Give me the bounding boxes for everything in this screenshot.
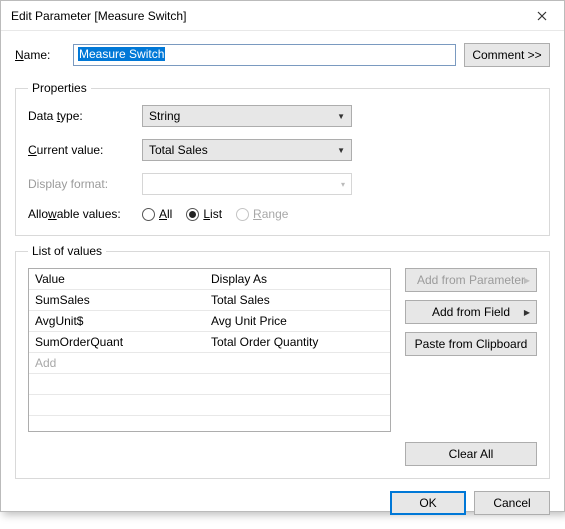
paste-from-clipboard-button[interactable]: Paste from Clipboard bbox=[405, 332, 537, 356]
window-title: Edit Parameter [Measure Switch] bbox=[11, 9, 186, 23]
chevron-down-icon: ▼ bbox=[337, 146, 345, 155]
dialog-footer: OK Cancel bbox=[15, 491, 550, 515]
clear-row: Clear All bbox=[28, 442, 537, 466]
chevron-down-icon: ▾ bbox=[341, 180, 345, 189]
chevron-down-icon: ▼ bbox=[337, 112, 345, 121]
cancel-button[interactable]: Cancel bbox=[474, 491, 550, 515]
client-area: Name: Measure Switch Comment >> Properti… bbox=[1, 31, 564, 529]
empty-row bbox=[29, 374, 390, 395]
current-value-select[interactable]: Total Sales ▼ bbox=[142, 139, 352, 161]
close-button[interactable] bbox=[519, 1, 564, 31]
properties-legend: Properties bbox=[28, 81, 91, 95]
allowable-values-row: Allowable values: All List Range bbox=[28, 207, 537, 221]
name-input-text: Measure Switch bbox=[78, 47, 165, 61]
cell-value: AvgUnit$ bbox=[29, 314, 205, 328]
add-from-parameter-button: Add from Parameter▶ bbox=[405, 268, 537, 292]
table-row[interactable]: SumSales Total Sales bbox=[29, 290, 390, 311]
display-format-row: Display format: ▾ bbox=[28, 173, 537, 195]
allowable-range-radio: Range bbox=[236, 207, 288, 221]
add-row[interactable]: Add bbox=[29, 353, 390, 374]
cell-value: SumOrderQuant bbox=[29, 335, 205, 349]
chevron-right-icon: ▶ bbox=[524, 276, 530, 285]
list-legend: List of values bbox=[28, 244, 106, 258]
comment-button[interactable]: Comment >> bbox=[464, 43, 550, 67]
list-of-values-group: List of values Value Display As SumSales… bbox=[15, 244, 550, 479]
allowable-values-label: Allowable values: bbox=[28, 207, 142, 221]
close-icon bbox=[537, 11, 547, 21]
data-type-select[interactable]: String ▼ bbox=[142, 105, 352, 127]
allowable-values-radios: All List Range bbox=[142, 207, 288, 221]
current-value-row: Current value: Total Sales ▼ bbox=[28, 139, 537, 161]
add-from-field-button[interactable]: Add from Field▶ bbox=[405, 300, 537, 324]
ok-button[interactable]: OK bbox=[390, 491, 466, 515]
properties-group: Properties Data type: String ▼ Current v… bbox=[15, 81, 550, 236]
data-type-row: Data type: String ▼ bbox=[28, 105, 537, 127]
radio-icon bbox=[186, 208, 199, 221]
header-display: Display As bbox=[205, 272, 390, 286]
data-type-label: Data type: bbox=[28, 109, 142, 123]
cell-display: Total Order Quantity bbox=[205, 335, 390, 349]
cell-value: SumSales bbox=[29, 293, 205, 307]
data-type-value: String bbox=[149, 109, 180, 123]
list-body: Value Display As SumSales Total Sales Av… bbox=[28, 268, 537, 432]
list-buttons: Add from Parameter▶ Add from Field▶ Past… bbox=[405, 268, 537, 432]
cell-display: Total Sales bbox=[205, 293, 390, 307]
allowable-all-radio[interactable]: All bbox=[142, 207, 172, 221]
clear-all-button[interactable]: Clear All bbox=[405, 442, 537, 466]
name-row: Name: Measure Switch Comment >> bbox=[15, 43, 550, 67]
empty-row bbox=[29, 395, 390, 416]
display-format-label: Display format: bbox=[28, 177, 142, 191]
allowable-list-radio[interactable]: List bbox=[186, 207, 222, 221]
radio-icon bbox=[236, 208, 249, 221]
header-value: Value bbox=[29, 272, 205, 286]
grid-header: Value Display As bbox=[29, 269, 390, 290]
display-format-select: ▾ bbox=[142, 173, 352, 195]
dialog-window: Edit Parameter [Measure Switch] Name: Me… bbox=[0, 0, 565, 512]
radio-icon bbox=[142, 208, 155, 221]
titlebar: Edit Parameter [Measure Switch] bbox=[1, 1, 564, 31]
name-input[interactable]: Measure Switch bbox=[73, 44, 456, 66]
table-row[interactable]: SumOrderQuant Total Order Quantity bbox=[29, 332, 390, 353]
add-label: Add bbox=[29, 356, 205, 370]
cell-display: Avg Unit Price bbox=[205, 314, 390, 328]
current-value-label: Current value: bbox=[28, 143, 142, 157]
table-row[interactable]: AvgUnit$ Avg Unit Price bbox=[29, 311, 390, 332]
current-value-value: Total Sales bbox=[149, 143, 208, 157]
chevron-right-icon: ▶ bbox=[524, 308, 530, 317]
name-label: Name: bbox=[15, 48, 73, 62]
values-grid[interactable]: Value Display As SumSales Total Sales Av… bbox=[28, 268, 391, 432]
